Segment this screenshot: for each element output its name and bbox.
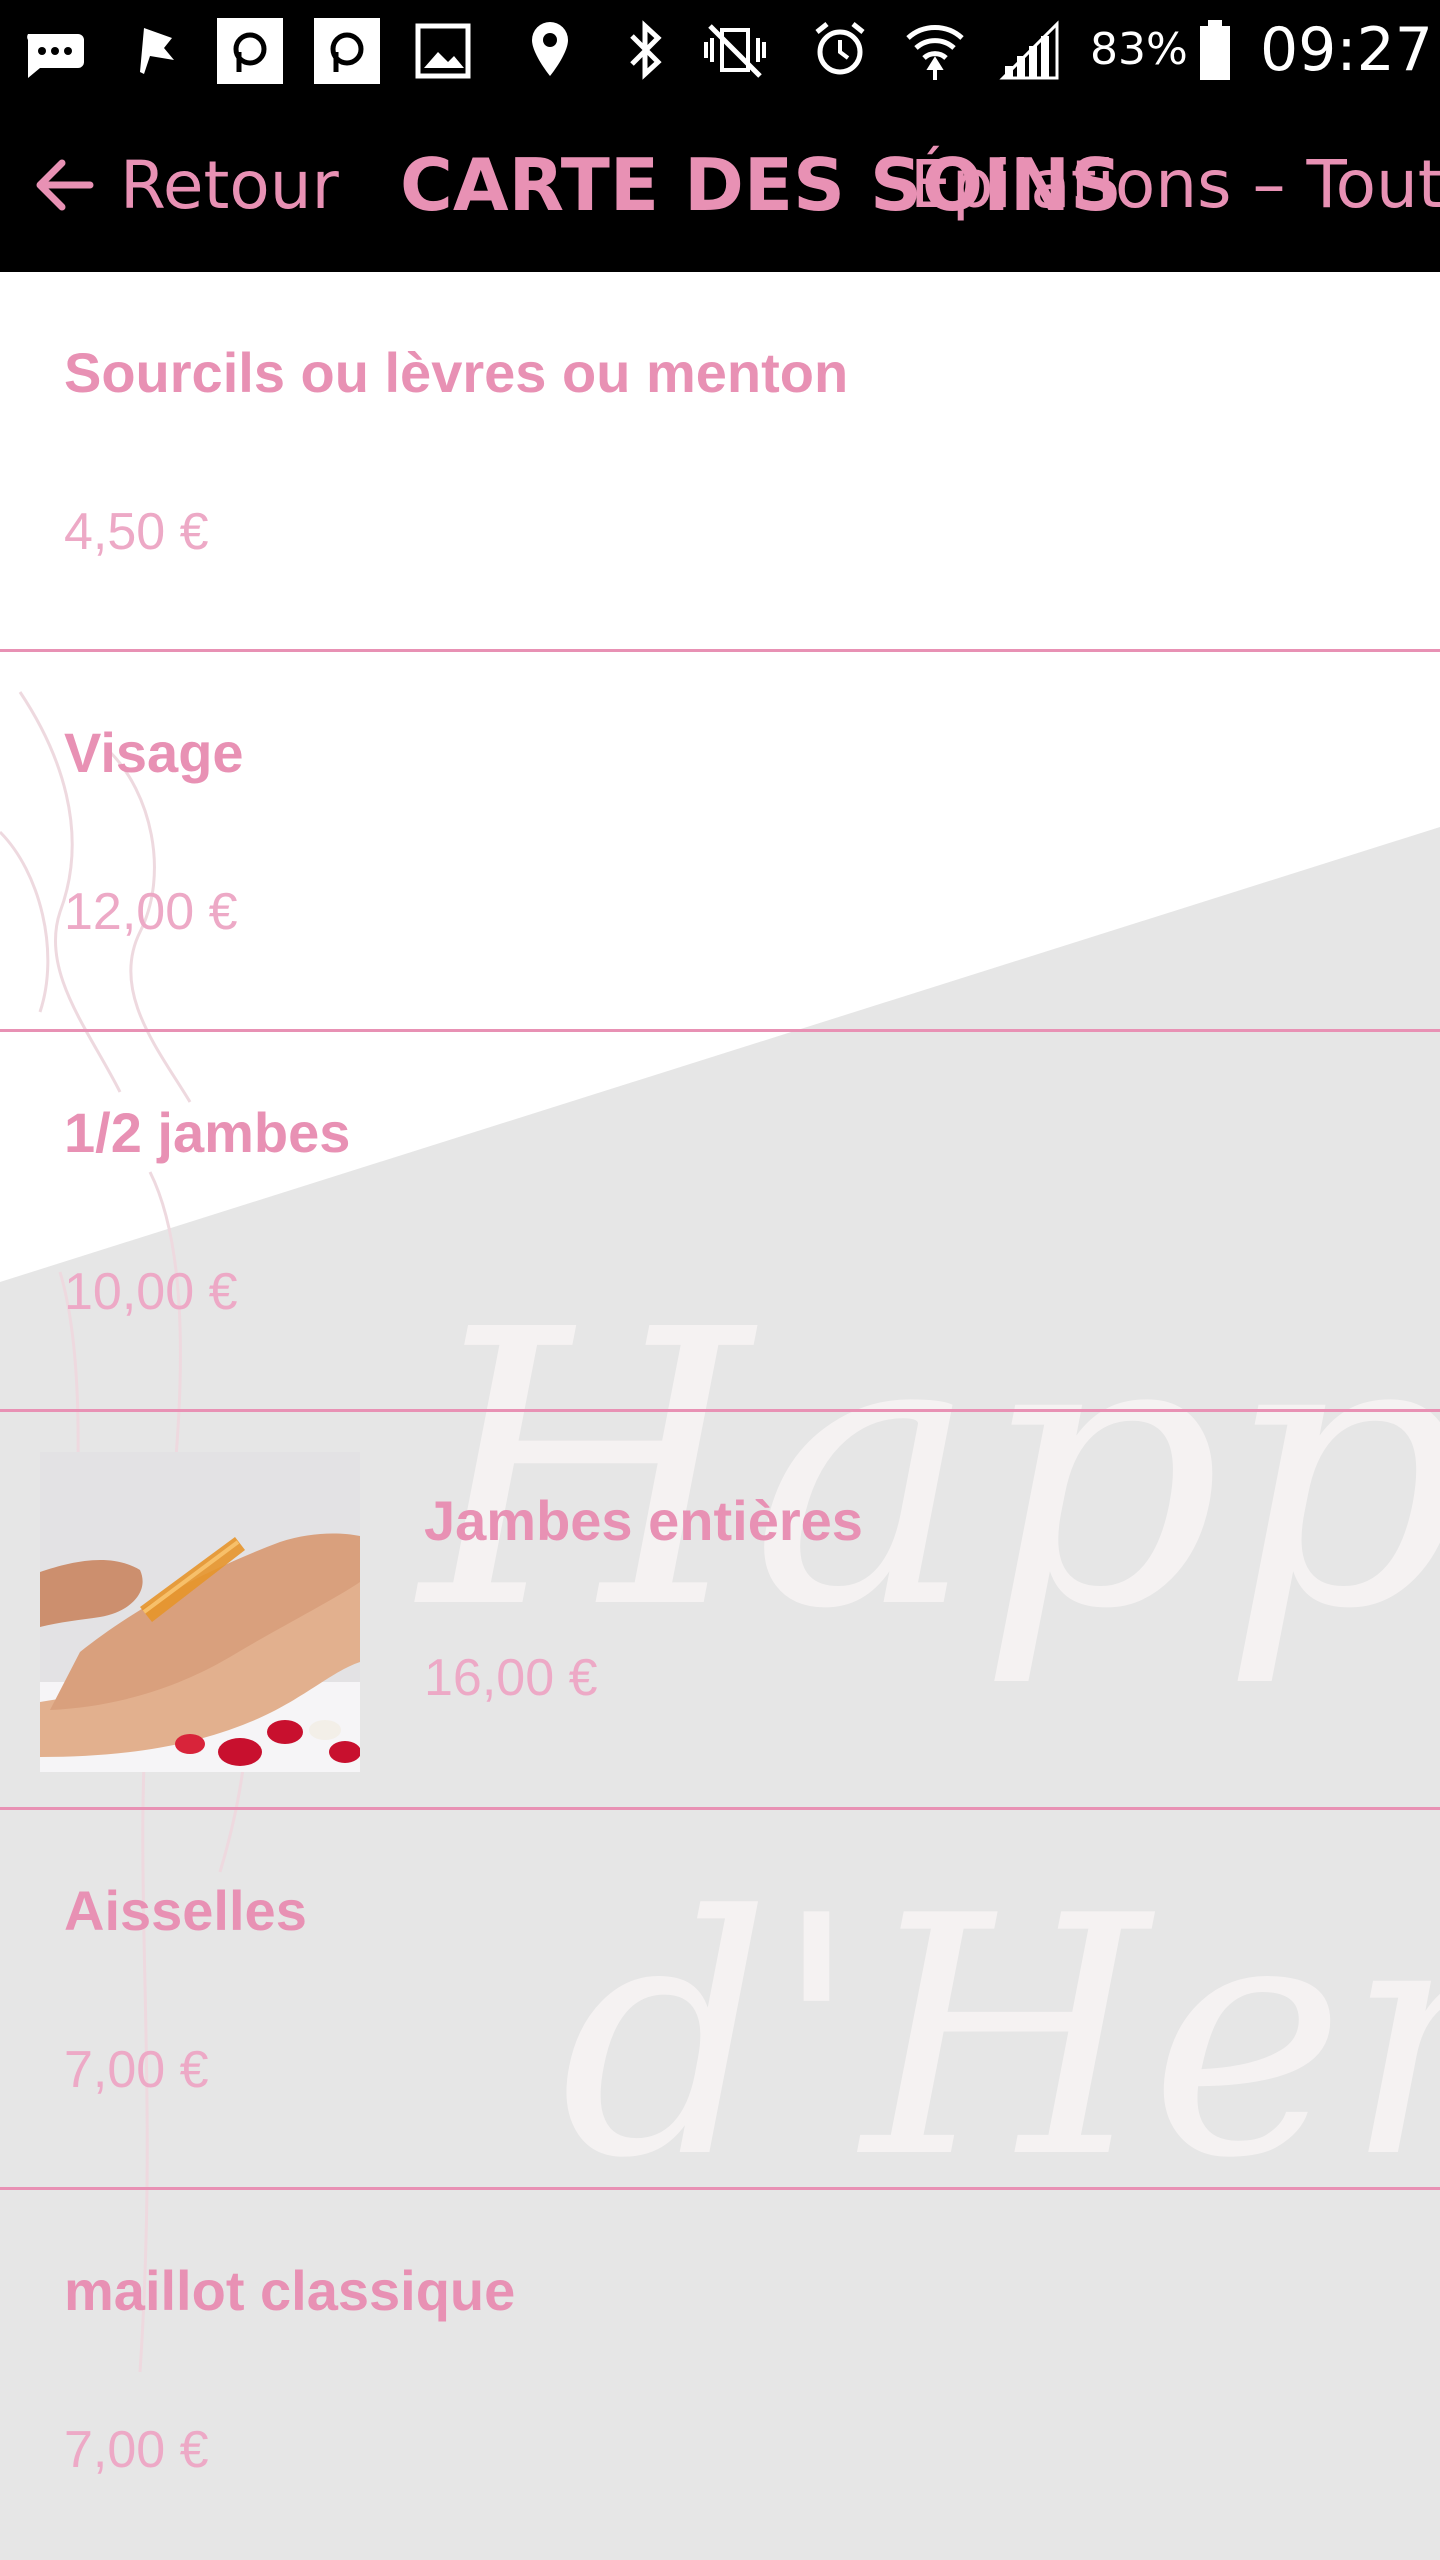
service-name: 1/2 jambes bbox=[64, 1101, 351, 1164]
list-item[interactable]: Visage 12,00 € bbox=[0, 652, 1440, 1032]
arrow-back-icon bbox=[36, 159, 94, 211]
service-price: 16,00 € bbox=[424, 1649, 598, 1707]
vibrate-mute-icon bbox=[704, 24, 766, 78]
service-price: 4,50 € bbox=[64, 503, 209, 561]
page-title: CARTE DES SOINS bbox=[400, 143, 1122, 227]
list-item[interactable]: Aisselles 7,00 € bbox=[0, 1810, 1440, 2190]
alarm-icon bbox=[815, 22, 865, 75]
messenger-icon bbox=[27, 34, 84, 78]
list-item[interactable]: 1/2 jambes 10,00 € bbox=[0, 1032, 1440, 1412]
back-button[interactable]: Retour bbox=[28, 140, 339, 230]
service-price: 12,00 € bbox=[64, 883, 238, 941]
leg-waxing-photo bbox=[40, 1452, 360, 1772]
list-item[interactable]: Sourcils ou lèvres ou menton 4,50 € bbox=[0, 272, 1440, 652]
wifi-icon bbox=[906, 25, 964, 80]
flag-icon bbox=[140, 28, 174, 74]
battery-percentage: 83% bbox=[1090, 24, 1188, 75]
back-label: Retour bbox=[120, 146, 339, 224]
service-name: maillot classique bbox=[64, 2259, 516, 2322]
service-price: 10,00 € bbox=[64, 1263, 238, 1321]
service-name: Jambes entières bbox=[424, 1489, 863, 1552]
bluetooth-icon bbox=[630, 20, 662, 80]
p-app-icon bbox=[217, 18, 283, 84]
service-name: Aisselles bbox=[64, 1879, 307, 1942]
battery-icon bbox=[1200, 20, 1230, 80]
service-price: 7,00 € bbox=[64, 2041, 209, 2099]
app-bar: Retour Épilations – Tout CARTE DES SOINS bbox=[0, 100, 1440, 272]
status-bar: 83% 09:27 bbox=[0, 0, 1440, 100]
gallery-icon bbox=[415, 23, 471, 79]
services-list: Sourcils ou lèvres ou menton 4,50 € Visa… bbox=[0, 272, 1440, 2560]
p-app-icon bbox=[314, 18, 380, 84]
location-icon bbox=[532, 22, 568, 76]
service-price: 7,00 € bbox=[64, 2421, 209, 2479]
service-name: Visage bbox=[64, 721, 244, 784]
clock: 09:27 bbox=[1260, 15, 1433, 85]
list-item[interactable]: maillot classique 7,00 € bbox=[0, 2190, 1440, 2560]
list-item[interactable]: Jambes entières 16,00 € bbox=[0, 1412, 1440, 1810]
services-list-container[interactable]: Happy d'Herm Sourcils ou lèvres ou mento… bbox=[0, 272, 1440, 2560]
service-name: Sourcils ou lèvres ou menton bbox=[64, 341, 849, 404]
signal-icon bbox=[999, 20, 1059, 80]
